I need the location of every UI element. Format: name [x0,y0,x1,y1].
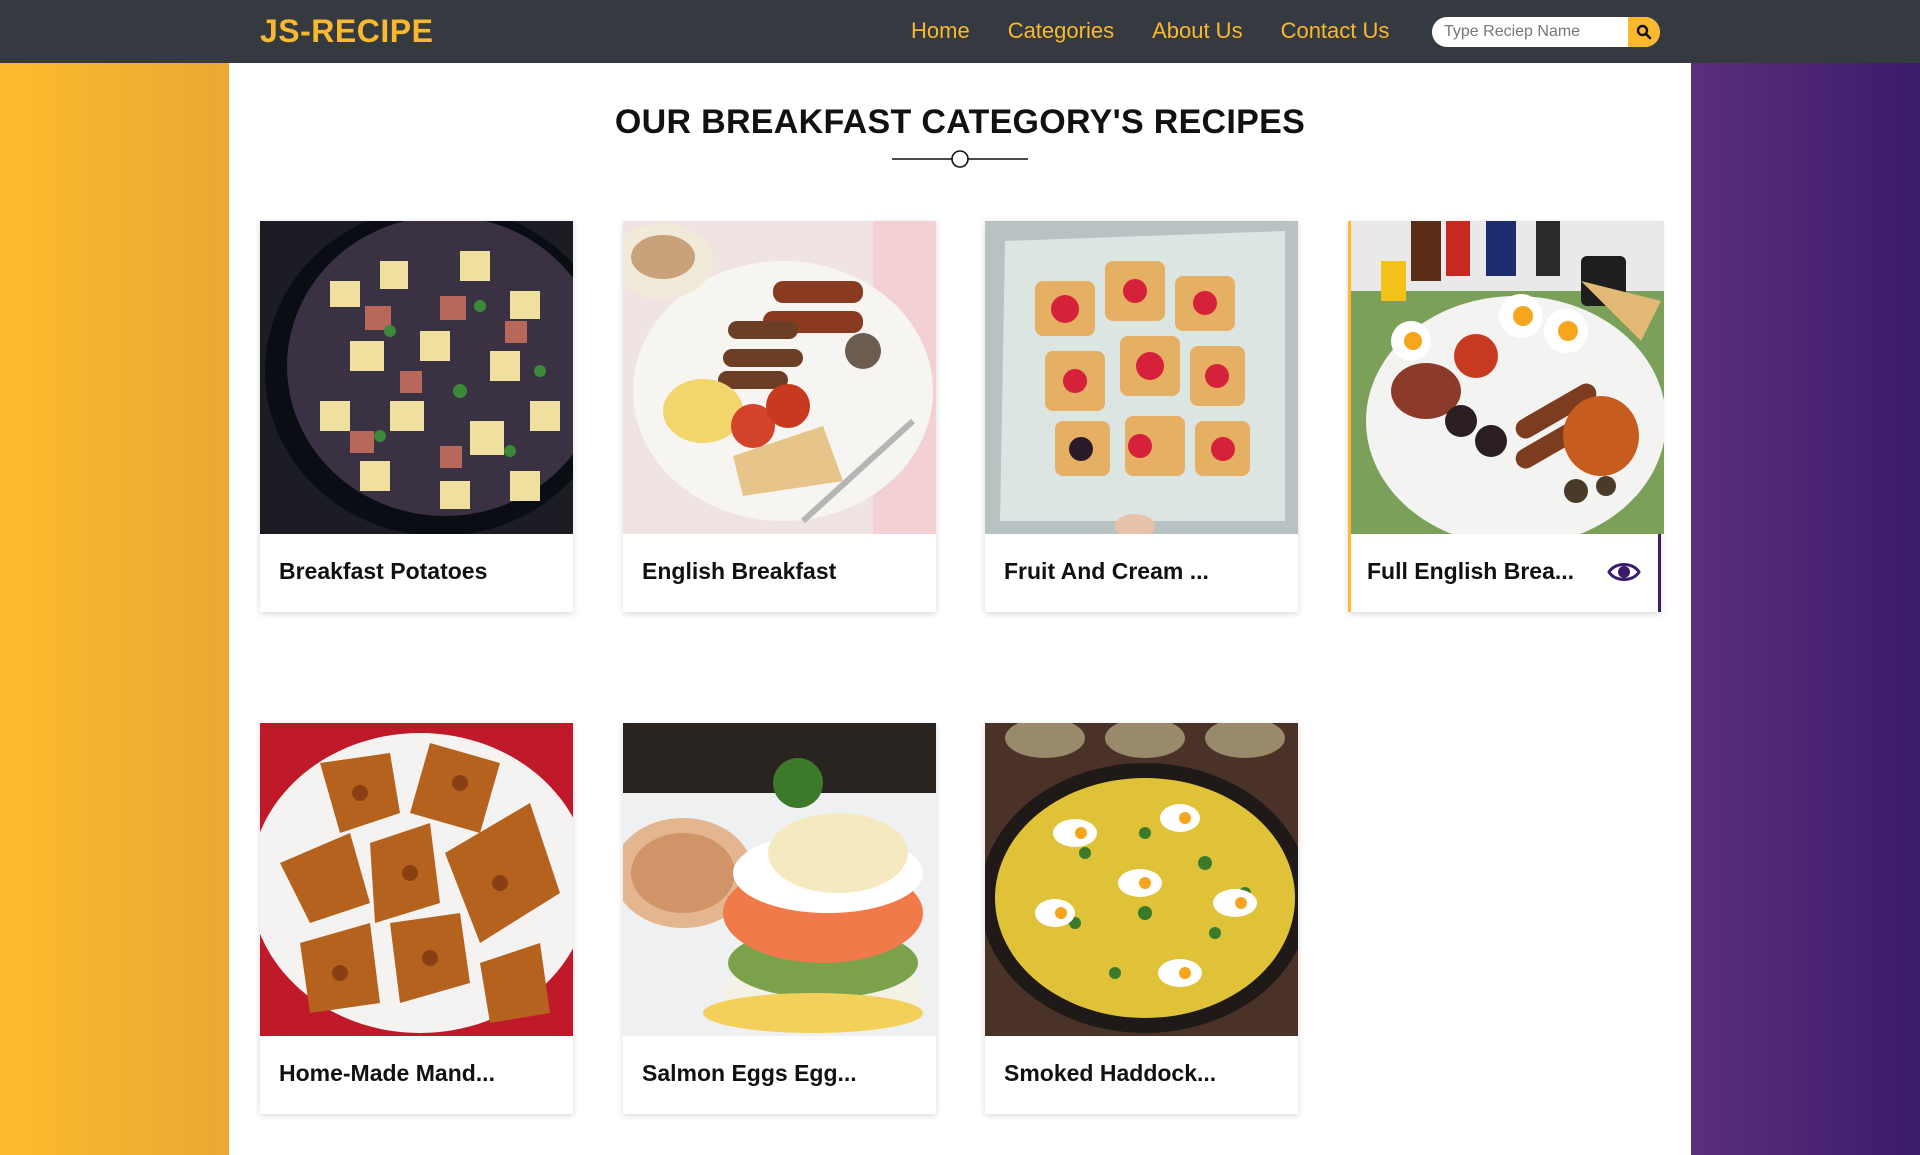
recipe-name: Full English Brea... [1367,558,1575,584]
navbar: JS-RECIPE Home Categories About Us Conta… [0,0,1920,63]
recipe-card[interactable]: Salmon Eggs Egg... [623,723,936,1114]
recipe-image [260,723,573,1036]
recipe-name: Home-Made Mand... [279,1060,495,1086]
eye-icon[interactable] [1607,559,1641,585]
recipe-name: Smoked Haddock... [1004,1060,1217,1086]
recipe-card[interactable]: Home-Made Mand... [260,723,573,1114]
recipe-card[interactable]: Breakfast Potatoes [260,221,573,612]
nav-about-us[interactable]: About Us [1152,18,1243,44]
recipe-name: Salmon Eggs Egg... [642,1060,857,1086]
search-icon [1636,24,1652,40]
recipe-card[interactable]: English Breakfast [623,221,936,612]
recipe-card[interactable]: Full English Brea... [1348,221,1664,612]
left-gradient-band [0,63,229,1155]
recipe-card[interactable]: Fruit And Cream ... [985,221,1298,612]
recipe-image [985,221,1298,534]
recipe-name: Breakfast Potatoes [279,558,488,584]
recipe-image [1351,221,1664,534]
nav-links: Home Categories About Us Contact Us [911,18,1427,44]
recipe-name: English Breakfast [642,558,837,584]
recipe-image [623,221,936,534]
recipe-image [623,723,936,1036]
nav-contact-us[interactable]: Contact Us [1281,18,1390,44]
brand-logo[interactable]: JS-RECIPE [260,13,433,50]
nav-home[interactable]: Home [911,18,970,44]
search-box [1432,17,1660,47]
recipe-image [985,723,1298,1036]
recipe-card[interactable]: Smoked Haddock... [985,723,1298,1114]
page-title: OUR BREAKFAST CATEGORY'S RECIPES [614,103,1306,141]
recipe-name: Fruit And Cream ... [1004,558,1209,584]
search-input[interactable] [1432,17,1628,47]
right-gradient-band [1691,63,1920,1155]
search-button[interactable] [1628,17,1660,47]
title-divider [892,150,1028,168]
recipe-image [260,221,573,534]
nav-categories[interactable]: Categories [1008,18,1114,44]
